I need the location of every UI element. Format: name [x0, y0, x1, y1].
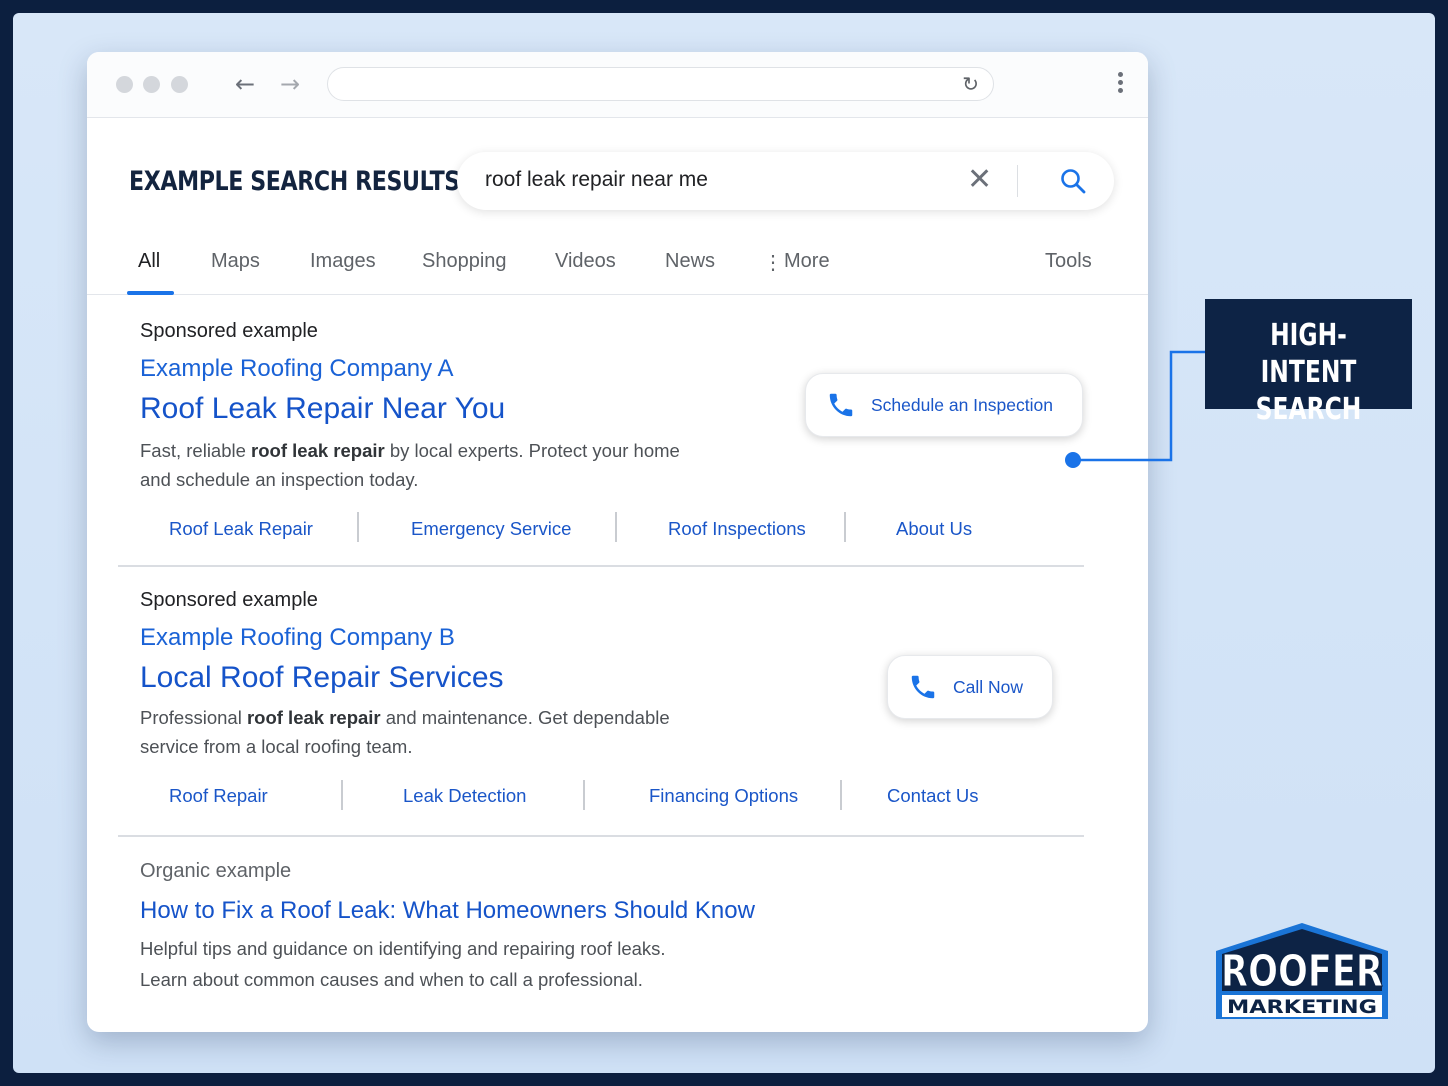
logo-wordmark-marketing: MARKETING — [1227, 996, 1377, 1018]
high-intent-callout: HIGH-INTENT SEARCH — [1205, 299, 1412, 427]
roofer-marketing-logo: ROOFER MARKETING — [1216, 923, 1388, 1019]
callout-line1: HIGH-INTENT — [1260, 318, 1357, 390]
logo-wordmark-roofer: ROOFER — [1221, 946, 1383, 997]
callout-line2: SEARCH — [1255, 392, 1362, 427]
